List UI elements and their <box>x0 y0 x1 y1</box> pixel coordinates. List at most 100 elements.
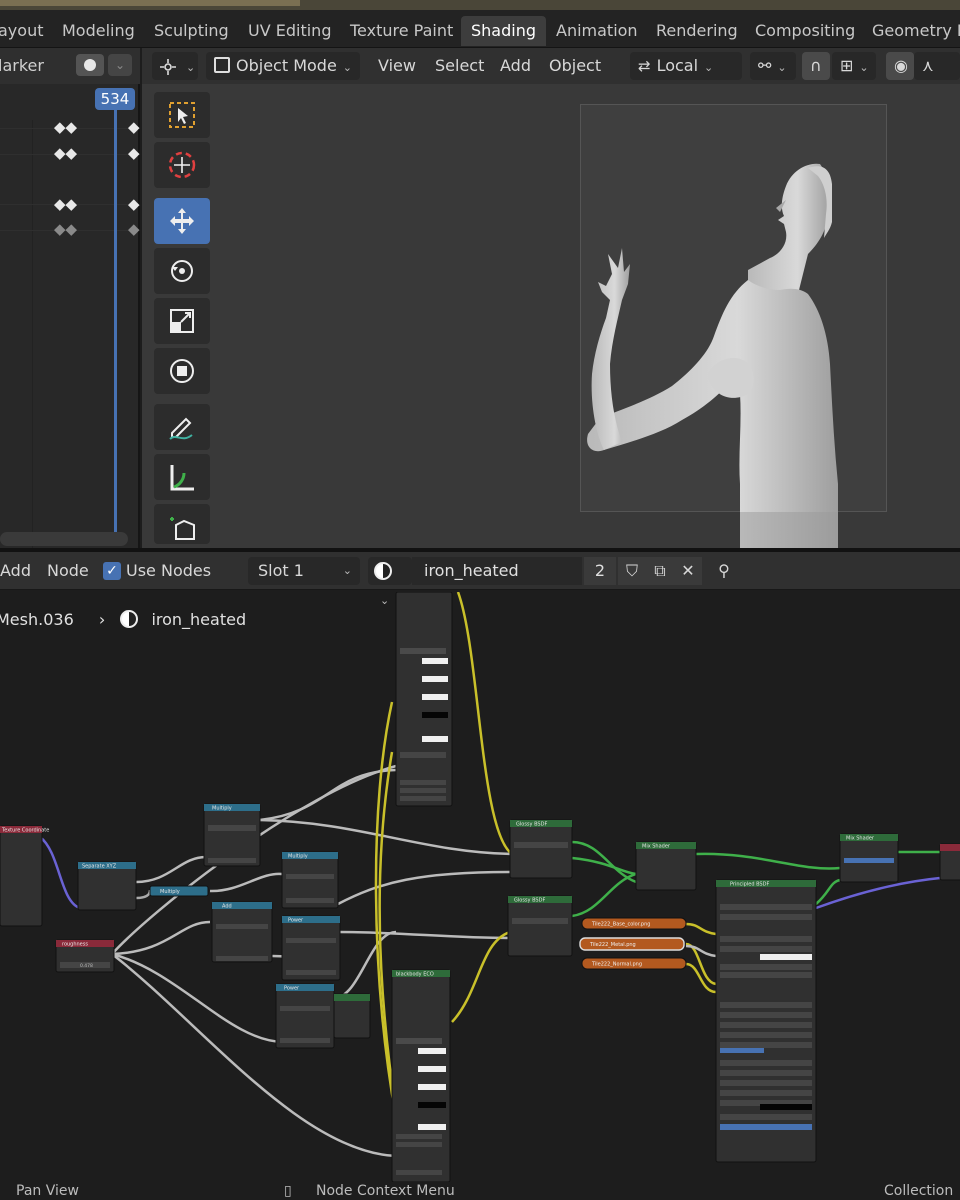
mix-shader-node[interactable]: Mix Shader <box>839 833 899 883</box>
falloff-icon: ⋏ <box>922 56 934 75</box>
transform-tool[interactable] <box>154 348 210 394</box>
cursor-tool[interactable] <box>154 142 210 188</box>
keyframe-icon[interactable]: ◆ <box>128 220 140 238</box>
status-bar: Pan View ▯ Node Context Menu Collection <box>0 1182 960 1200</box>
viewport-header: ⌄ Object Mode ⌄ View Select Add Object ⇄ L… <box>142 48 960 84</box>
tab-rendering[interactable]: Rendering <box>646 16 748 46</box>
select-box-tool[interactable] <box>154 92 210 138</box>
glossy-bsdf-node[interactable]: Glossy BSDF <box>507 895 573 957</box>
principled-bsdf-node[interactable]: Principled BSDF <box>715 879 817 1163</box>
fake-user-shield-icon[interactable]: ⛉ <box>618 557 646 585</box>
orientation-label: Local <box>656 56 699 75</box>
color-node[interactable] <box>333 993 371 1039</box>
wire <box>571 856 637 876</box>
power-node[interactable]: Power <box>281 915 341 981</box>
add-menu[interactable]: Add <box>0 557 31 585</box>
multiply-node[interactable]: Multiply <box>281 851 339 909</box>
measure-tool[interactable] <box>154 454 210 500</box>
wire <box>451 930 511 1023</box>
unlink-close-icon[interactable]: ✕ <box>674 557 702 585</box>
keyframe-icon[interactable]: ◆◆ <box>54 220 77 238</box>
editor-type-button[interactable]: ⌄ <box>152 52 198 80</box>
snap-toggle[interactable]: ∩ <box>802 52 830 80</box>
top-strip <box>0 0 960 10</box>
annotate-tool[interactable] <box>154 404 210 450</box>
3d-viewport[interactable]: ⌄ Object Mode ⌄ View Select Add Object ⇄ L… <box>142 48 960 556</box>
pivot-point-dropdown[interactable]: ⚯ ⌄ <box>750 52 796 80</box>
sculpt-figure[interactable] <box>580 104 887 556</box>
tab-sculpting[interactable]: Sculpting <box>144 16 239 46</box>
material-users-count[interactable]: 2 <box>584 557 616 585</box>
keyframe-icon[interactable]: ◆ <box>128 195 140 213</box>
link-icon: ⚯ <box>758 56 772 75</box>
blackbody-group-node[interactable]: blackbody ECO <box>391 969 451 1182</box>
power-node[interactable]: Power <box>275 983 335 1049</box>
keyframe-icon[interactable]: ◆◆ <box>54 118 77 136</box>
select-menu[interactable]: Select <box>435 52 484 80</box>
rotate-icon <box>171 260 193 282</box>
object-menu[interactable]: Object <box>549 52 601 80</box>
keyframe-icon[interactable]: ◆ <box>128 144 140 162</box>
snap-target-dropdown[interactable]: ⊞ ⌄ <box>832 52 876 80</box>
glossy-bsdf-node[interactable]: Glossy BSDF <box>509 819 573 879</box>
add-node[interactable]: Add <box>211 901 273 963</box>
pin-icon[interactable]: ⚲ <box>710 557 738 585</box>
object-mode-dropdown[interactable]: Object Mode ⌄ <box>206 52 360 80</box>
workspace-tabs: ayout Modeling Sculpting UV Editing Text… <box>0 10 960 48</box>
node-title: Add <box>222 904 232 910</box>
status-node-context-menu: Node Context Menu <box>316 1183 455 1199</box>
blackbody-group-node[interactable] <box>395 592 453 807</box>
roughness-value[interactable]: 0.478 <box>80 963 93 969</box>
tab-geometry-nodes[interactable]: Geometry No <box>862 16 960 46</box>
add-menu[interactable]: Add <box>500 52 531 80</box>
rotate-tool[interactable] <box>154 248 210 294</box>
material-name-field[interactable]: iron_heated <box>412 557 582 585</box>
separate-xyz-node[interactable]: Separate XYZ <box>77 861 137 911</box>
node-graph[interactable]: Texture Coordinate Separate XYZ Multiply… <box>0 592 960 1182</box>
image-texture-label: Tile222_Normal.png <box>591 962 642 968</box>
multiply-node[interactable]: Multiply <box>149 885 209 897</box>
slot-dropdown[interactable]: Slot 1 ⌄ <box>248 557 360 585</box>
use-nodes-checkbox[interactable]: ✓ <box>103 562 121 580</box>
material-browse-button[interactable]: ⌄ <box>368 557 412 607</box>
image-texture-label: Tile222_Metal.png <box>589 942 636 948</box>
material-output-node[interactable] <box>939 843 960 881</box>
scale-tool[interactable] <box>154 298 210 344</box>
keyframe-icon[interactable]: ◆ <box>128 118 140 136</box>
view-menu[interactable]: View <box>378 52 416 80</box>
current-frame-badge[interactable]: 534 <box>95 88 135 110</box>
move-icon <box>170 208 194 234</box>
transform-orientation-dropdown[interactable]: ⇄ Local ⌄ <box>630 52 742 80</box>
tab-shading[interactable]: Shading <box>461 16 546 46</box>
node-title: Glossy BSDF <box>514 898 545 904</box>
add-cube-tool[interactable] <box>154 504 210 544</box>
image-texture-node[interactable]: Tile222_Metal.png <box>579 937 685 951</box>
tab-compositing[interactable]: Compositing <box>745 16 865 46</box>
shader-node-editor[interactable]: Add Node ✓ Use Nodes Slot 1 ⌄ ⌄ iron_heat… <box>0 552 960 1200</box>
roughness-value-node[interactable]: roughness 0.478 <box>55 939 115 973</box>
mix-shader-node[interactable]: Mix Shader <box>635 841 697 891</box>
duplicate-material-icon[interactable]: ⧉ <box>646 557 674 585</box>
multiply-node[interactable]: Multiply <box>203 803 261 867</box>
timeline-scrollbar[interactable] <box>0 532 128 546</box>
move-tool[interactable] <box>154 198 210 244</box>
proportional-edit-toggle[interactable]: ◉ <box>886 52 914 80</box>
chevron-down-icon[interactable]: ⌄ <box>108 54 132 76</box>
tab-modeling[interactable]: Modeling <box>52 16 145 46</box>
tab-uv-editing[interactable]: UV Editing <box>238 16 341 46</box>
snap-grid-icon: ⊞ <box>840 56 854 75</box>
keyframe-icon[interactable]: ◆◆ <box>54 144 77 162</box>
tab-layout[interactable]: ayout <box>0 16 53 46</box>
image-texture-node[interactable]: Tile222_Normal.png <box>581 957 687 970</box>
falloff-dropdown[interactable]: ⋏ <box>914 52 960 80</box>
tab-animation[interactable]: Animation <box>546 16 648 46</box>
image-texture-node[interactable]: Tile222_Base_color.png <box>581 917 687 930</box>
wire <box>259 818 513 856</box>
marker-menu[interactable]: larker <box>0 56 44 75</box>
keyframe-icon[interactable]: ◆◆ <box>54 195 77 213</box>
tab-texture-paint[interactable]: Texture Paint <box>340 16 463 46</box>
playhead[interactable] <box>114 110 117 540</box>
texture-coordinate-node[interactable]: Texture Coordinate <box>0 825 49 927</box>
keyframe-toggle[interactable] <box>76 54 104 76</box>
node-menu[interactable]: Node <box>47 557 89 585</box>
